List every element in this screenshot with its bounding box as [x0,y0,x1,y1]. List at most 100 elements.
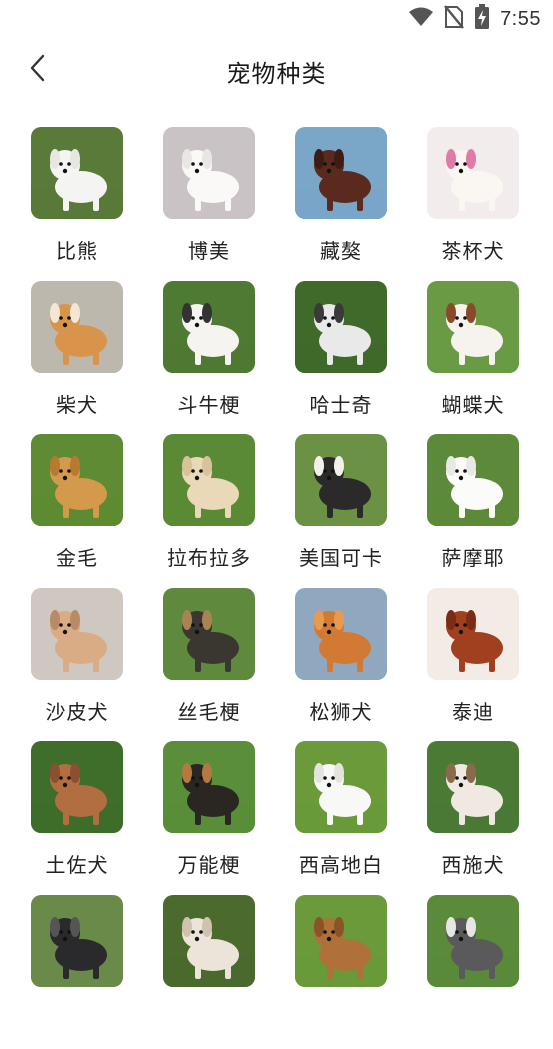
breed-item[interactable] [275,895,407,1049]
breed-item[interactable] [143,895,275,1049]
breed-name: 斗牛梗 [177,393,241,417]
breed-item[interactable] [407,895,539,1049]
dog-illustration [163,588,255,680]
breed-photo [163,281,255,373]
breed-name: 比熊 [56,239,98,263]
breed-photo [427,127,519,219]
breed-item[interactable]: 柴犬 [11,281,143,435]
breed-item[interactable]: 美国可卡 [275,434,407,588]
breed-item[interactable]: 松狮犬 [275,588,407,742]
breed-name: 泰迪 [452,700,494,724]
breed-photo [295,895,387,987]
breed-photo [295,741,387,833]
nav-bar: 宠物种类 [0,44,553,96]
dog-illustration [295,741,387,833]
dog-illustration [427,434,519,526]
breed-photo [31,281,123,373]
breed-photo [295,127,387,219]
breed-item[interactable] [11,895,143,1049]
breed-photo [163,434,255,526]
status-icons: 7:55 [408,4,541,34]
battery-charging-icon [474,4,490,34]
dog-illustration [31,741,123,833]
dog-illustration [427,588,519,680]
breed-photo [295,434,387,526]
breed-item[interactable]: 茶杯犬 [407,127,539,281]
breed-name: 蝴蝶犬 [441,393,505,417]
dog-illustration [295,895,387,987]
breed-item[interactable]: 万能梗 [143,741,275,895]
page-title: 宠物种类 [226,60,327,88]
dog-illustration [31,895,123,987]
breed-photo [163,127,255,219]
breed-item[interactable]: 斗牛梗 [143,281,275,435]
breed-item[interactable]: 博美 [143,127,275,281]
dog-illustration [295,588,387,680]
status-time: 7:55 [500,7,541,30]
breed-name: 哈士奇 [309,393,373,417]
breed-name: 拉布拉多 [167,546,251,570]
breed-photo [163,588,255,680]
breed-name: 藏獒 [320,239,362,263]
dog-illustration [163,895,255,987]
breed-photo [295,588,387,680]
breed-item[interactable]: 比熊 [11,127,143,281]
breed-name: 西高地白 [299,853,383,877]
breed-photo [427,741,519,833]
breed-item[interactable]: 藏獒 [275,127,407,281]
breed-name: 丝毛梗 [177,700,241,724]
breed-photo [31,127,123,219]
breed-name: 万能梗 [177,853,241,877]
breed-photo [427,281,519,373]
breed-photo [31,741,123,833]
dog-illustration [427,127,519,219]
wifi-icon [408,6,434,32]
status-bar: 7:55 [0,0,553,40]
breed-name: 萨摩耶 [441,546,505,570]
breed-name: 西施犬 [441,853,505,877]
breed-item[interactable]: 泰迪 [407,588,539,742]
breed-item[interactable]: 蝴蝶犬 [407,281,539,435]
dog-illustration [427,741,519,833]
breed-name: 松狮犬 [309,700,373,724]
breed-item[interactable]: 丝毛梗 [143,588,275,742]
breed-item[interactable]: 沙皮犬 [11,588,143,742]
breed-item[interactable]: 拉布拉多 [143,434,275,588]
breed-item[interactable]: 西施犬 [407,741,539,895]
breed-photo [427,434,519,526]
breed-name: 沙皮犬 [45,700,109,724]
dog-illustration [163,741,255,833]
breed-name: 金毛 [56,546,98,570]
dog-illustration [31,281,123,373]
dog-illustration [163,434,255,526]
breed-item[interactable]: 西高地白 [275,741,407,895]
breed-photo [31,895,123,987]
breed-photo [31,434,123,526]
breed-photo [427,895,519,987]
dog-illustration [163,127,255,219]
breed-name: 土佐犬 [45,853,109,877]
breed-photo [163,895,255,987]
no-sim-icon [444,5,464,33]
breed-name: 柴犬 [56,393,98,417]
breed-photo [295,281,387,373]
breed-name: 博美 [188,239,230,263]
dog-illustration [295,127,387,219]
dog-illustration [295,281,387,373]
breed-photo [427,588,519,680]
breed-name: 茶杯犬 [441,239,505,263]
breed-photo [163,741,255,833]
breed-item[interactable]: 哈士奇 [275,281,407,435]
dog-illustration [31,127,123,219]
dog-illustration [295,434,387,526]
breed-photo [31,588,123,680]
dog-illustration [427,895,519,987]
breed-item[interactable]: 萨摩耶 [407,434,539,588]
dog-illustration [163,281,255,373]
dog-illustration [427,281,519,373]
dog-illustration [31,588,123,680]
dog-illustration [31,434,123,526]
breed-name: 美国可卡 [299,546,383,570]
breed-item[interactable]: 土佐犬 [11,741,143,895]
breed-item[interactable]: 金毛 [11,434,143,588]
